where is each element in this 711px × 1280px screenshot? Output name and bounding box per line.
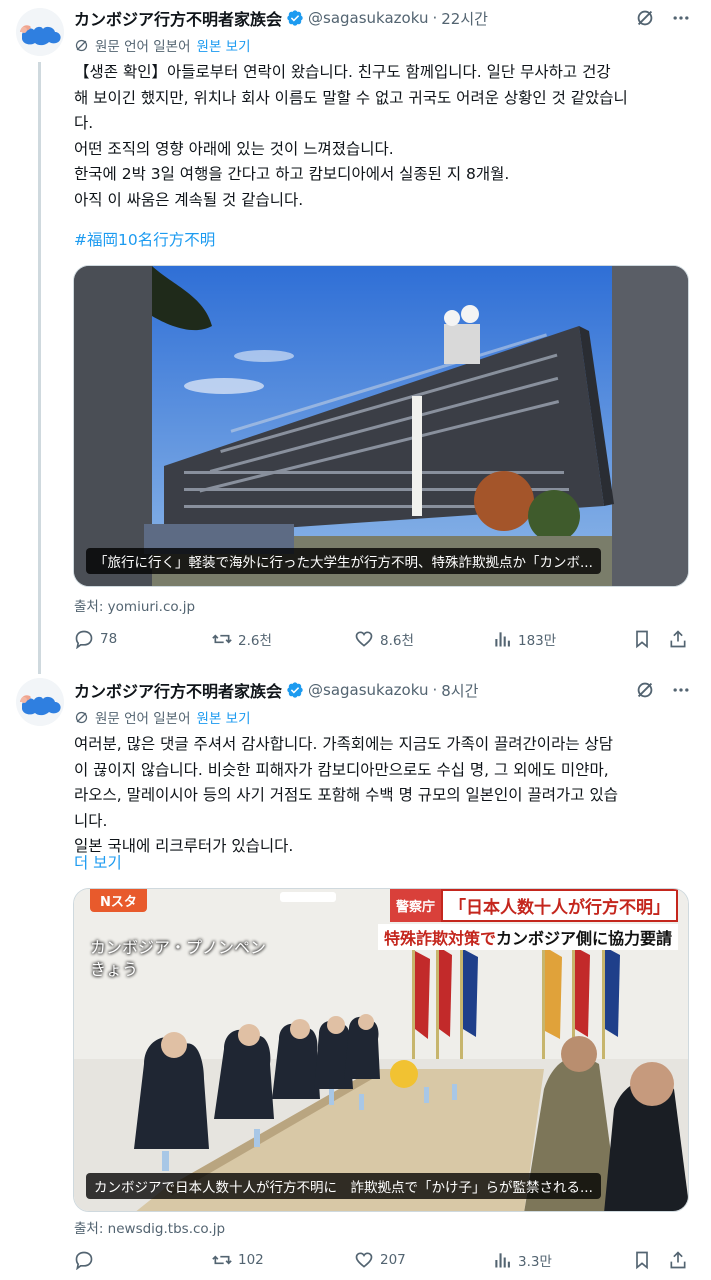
- tweet-2[interactable]: カンボジア行方不明者家族会 @sagasukazoku · 8시간 원문 언어 …: [0, 672, 711, 1280]
- author-handle[interactable]: @sagasukazoku: [308, 681, 428, 699]
- like-button[interactable]: 207: [354, 1248, 406, 1272]
- repost-icon: [212, 634, 232, 644]
- card-source[interactable]: 출처: yomiuri.co.jp: [74, 595, 195, 615]
- card-caption: 「旅行に行く」軽装で海外に行った大学生が行方不明、特殊詐欺拠点か「カンボ...: [86, 548, 601, 574]
- action-bar: 102 207 3.3만: [74, 1248, 694, 1272]
- translation-notice: 원문 언어 일본어 원본 보기: [74, 706, 251, 728]
- avatar-image: [16, 678, 64, 726]
- hashtag-link[interactable]: #福岡10名行方不明: [74, 228, 215, 250]
- text-line: 한국에 2박 3일 여행을 간다고 하고 캄보디아에서 실종된 지 8개월.: [74, 165, 510, 183]
- headline-bottom-red: 特殊詐欺対策で: [383, 929, 496, 948]
- headline-top-row: 警察庁 「日本人数十人が行方不明」: [378, 889, 678, 922]
- share-icon: [670, 1251, 686, 1269]
- show-original-link[interactable]: 원본 보기: [197, 35, 251, 55]
- avatar[interactable]: [16, 8, 64, 56]
- reply-icon: [75, 630, 93, 649]
- text-line: 라오스, 말레이시아 등의 사기 거점도 포함해 수백 명 규모의 일본인이 끌…: [74, 786, 618, 804]
- views-count: 183만: [518, 633, 557, 649]
- text-line: 해 보이긴 했지만, 위치나 회사 이름도 말할 수 없고 귀국도 어려운 상황…: [74, 88, 628, 107]
- share-icon: [670, 630, 686, 648]
- views-button[interactable]: 183만: [492, 627, 556, 651]
- verified-badge-icon: [286, 681, 304, 699]
- link-card-image[interactable]: 「旅行に行く」軽装で海外に行った大学生が行方不明、特殊詐欺拠点か「カンボ...: [73, 265, 689, 587]
- agency-tag: 警察庁: [389, 889, 441, 922]
- location-line1: カンボジア・プノンペン: [90, 938, 267, 957]
- like-count: 8.6천: [380, 633, 414, 649]
- thread-line: [38, 62, 41, 674]
- headline-bottom: 特殊詐欺対策でカンボジア側に協力要請: [377, 924, 678, 950]
- bookmark-icon: [636, 630, 648, 649]
- author-handle[interactable]: @sagasukazoku: [308, 9, 428, 27]
- views-icon: [495, 632, 510, 647]
- share-button[interactable]: [668, 1248, 694, 1272]
- text-line: 니다.: [74, 811, 108, 830]
- repost-button[interactable]: 102: [212, 1248, 264, 1272]
- card-caption: カンボジアで日本人数十人が行方不明に 詐欺拠点で「かけ子」らが監禁される...: [86, 1173, 601, 1199]
- text-line: 여러분, 많은 댓글 주셔서 감사합니다. 가족회에는 지금도 가족이 끌려간이…: [74, 735, 614, 753]
- author-name[interactable]: カンボジア行方不明者家族会: [74, 678, 282, 702]
- reply-button[interactable]: 78: [74, 627, 117, 651]
- headline-group: 警察庁 「日本人数十人が行方不明」 特殊詐欺対策でカンボジア側に協力要請: [377, 889, 678, 950]
- timestamp[interactable]: 8시간: [441, 680, 478, 701]
- separator-dot: ·: [432, 9, 438, 27]
- text-line: 다.: [74, 114, 94, 132]
- bookmark-button[interactable]: [632, 627, 658, 651]
- bookmark-button[interactable]: [632, 1248, 658, 1272]
- timestamp[interactable]: 22시간: [441, 8, 488, 29]
- text-line: 이 끊이지 않습니다. 비슷한 피해자가 캄보디아만으로도 수십 명, 그 외에…: [74, 760, 609, 779]
- repost-count: 2.6천: [238, 633, 272, 649]
- card-source[interactable]: 출처: newsdig.tbs.co.jp: [74, 1217, 225, 1237]
- translation-notice: 원문 언어 일본어 원본 보기: [74, 34, 251, 56]
- tweet-text: 【생존 확인】아들로부터 연락이 왔습니다. 친구도 함께입니다. 일단 무사하…: [74, 60, 694, 213]
- reply-count: 78: [100, 631, 118, 647]
- location-caption: カンボジア・プノンペン きょう: [90, 937, 266, 981]
- share-button[interactable]: [668, 627, 694, 651]
- action-bar: 78 2.6천 8.6천 183만: [74, 627, 694, 651]
- views-icon: [495, 1253, 510, 1268]
- more-options-icon[interactable]: [663, 5, 699, 31]
- tweet-text: 여러분, 많은 댓글 주셔서 감사합니다. 가족회에는 지금도 가족이 끌려간이…: [74, 732, 694, 860]
- text-line: 어떤 조직의 영향 아래에 있는 것이 느껴졌습니다.: [74, 139, 394, 158]
- text-line: 아직 이 싸움은 계속될 것 같습니다.: [74, 190, 304, 209]
- reply-icon: [75, 1251, 93, 1270]
- avatar-image: [16, 8, 64, 56]
- translation-label: 원문 언어 일본어: [95, 711, 191, 727]
- reply-button[interactable]: [74, 1248, 100, 1272]
- headline-bottom-black: カンボジア側に協力要請: [495, 929, 672, 948]
- verified-badge-icon: [286, 9, 304, 27]
- headline-top: 「日本人数十人が行方不明」: [441, 889, 678, 922]
- repost-button[interactable]: 2.6천: [212, 627, 272, 651]
- bookmark-icon: [636, 1251, 648, 1270]
- tv-logo: Nスタ: [90, 889, 147, 912]
- heart-icon: [355, 1252, 373, 1268]
- translation-label: 원문 언어 일본어: [95, 39, 191, 55]
- heart-icon: [355, 631, 373, 647]
- show-original-link[interactable]: 원본 보기: [197, 707, 251, 727]
- author-name[interactable]: カンボジア行方不明者家族会: [74, 6, 282, 30]
- translate-icon: [74, 710, 89, 725]
- police-building-photo: [74, 266, 688, 586]
- views-count: 3.3만: [518, 1254, 552, 1270]
- like-count: 207: [380, 1252, 406, 1268]
- tweet-1[interactable]: カンボジア行方不明者家族会 @sagasukazoku · 22시간 원문 언어…: [0, 0, 711, 674]
- tweet-header: カンボジア行方不明者家族会 @sagasukazoku · 22시간: [74, 5, 488, 31]
- text-line: 일본 국내에 리크루터가 있습니다.: [74, 837, 294, 855]
- avatar[interactable]: [16, 678, 64, 726]
- views-button[interactable]: 3.3만: [492, 1248, 552, 1272]
- translate-icon: [74, 38, 89, 53]
- text-line: 【생존 확인】아들로부터 연락이 왔습니다. 친구도 함께입니다. 일단 무사하…: [74, 63, 611, 81]
- more-options-icon[interactable]: [663, 677, 699, 703]
- separator-dot: ·: [432, 681, 438, 699]
- grok-icon[interactable]: [627, 5, 663, 31]
- repost-count: 102: [238, 1252, 264, 1268]
- tweet-header: カンボジア行方不明者家族会 @sagasukazoku · 8시간: [74, 677, 478, 703]
- like-button[interactable]: 8.6천: [354, 627, 414, 651]
- show-more-link[interactable]: 더 보기: [74, 851, 122, 873]
- location-line2: きょう: [90, 960, 139, 979]
- grok-icon[interactable]: [627, 677, 663, 703]
- link-card-image[interactable]: Nスタ 警察庁 「日本人数十人が行方不明」 特殊詐欺対策でカンボジア側に協力要請…: [73, 888, 689, 1212]
- repost-icon: [212, 1255, 232, 1265]
